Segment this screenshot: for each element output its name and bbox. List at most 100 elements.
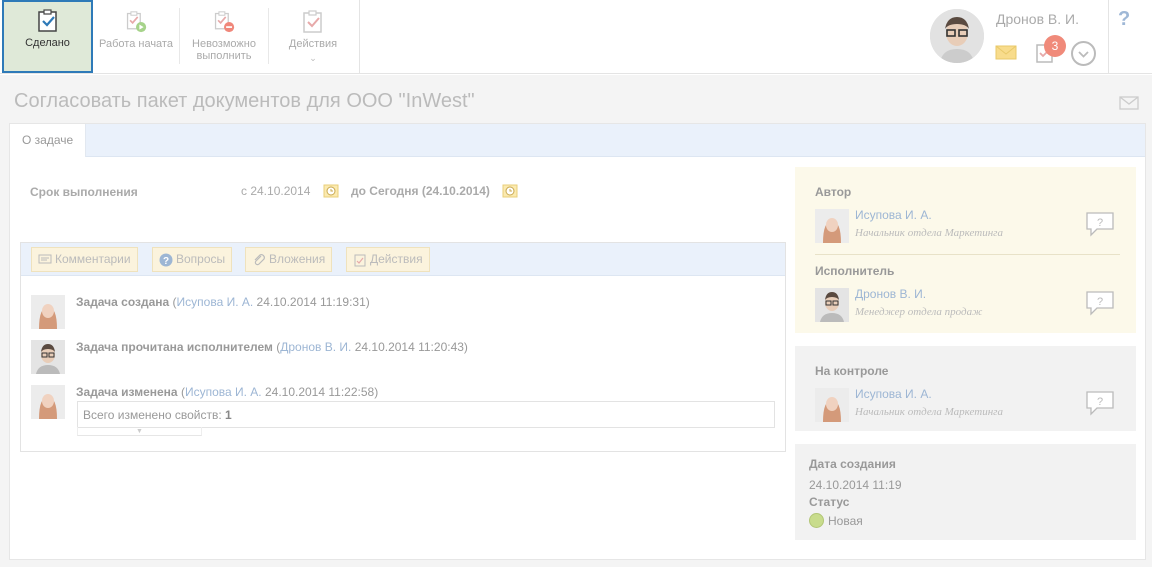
changes-label: Всего изменено свойств: xyxy=(83,408,226,422)
actions-label: Действия xyxy=(288,38,338,50)
event-author-link[interactable]: Исупова И. А. xyxy=(185,385,262,399)
actions-tab[interactable]: Действия xyxy=(346,247,430,272)
participants-panel: Автор Исупова И. А. Начальник отдела Мар… xyxy=(795,167,1136,333)
executor-heading: Исполнитель xyxy=(815,264,895,278)
event-paren: ( xyxy=(169,295,177,309)
task-card: О задаче Срок выполнения с 24.10.2014 до… xyxy=(9,123,1146,560)
control-heading: На контроле xyxy=(815,364,889,378)
impossible-button[interactable]: Невозможно выполнить xyxy=(180,0,268,74)
author-heading: Автор xyxy=(815,185,852,199)
avatar[interactable] xyxy=(815,288,849,322)
changes-summary: Всего изменено свойств: 1 xyxy=(77,401,775,428)
impossible-label-line1: Невозможно xyxy=(192,38,256,50)
clock-icon[interactable] xyxy=(502,183,518,199)
executor-name-link[interactable]: Дронов В. И. xyxy=(855,287,926,301)
user-area: Дронов В. И. 3 xyxy=(928,0,1108,74)
control-panel: На контроле Исупова И. А. Начальник отде… xyxy=(795,346,1136,431)
expand-changes-toggle[interactable]: ▼ xyxy=(77,427,202,436)
user-avatar[interactable] xyxy=(930,9,984,63)
created-value: 24.10.2014 11:19 xyxy=(809,478,902,492)
avatar[interactable] xyxy=(31,340,65,374)
comment-icon xyxy=(38,254,52,264)
svg-text:?: ? xyxy=(1097,396,1103,408)
toolbar: Сделано Работа начата Невозможно выполни… xyxy=(0,0,1152,74)
questions-tab[interactable]: ? Вопросы xyxy=(152,247,233,272)
feed-tab-bar: Комментарии ? Вопросы Вложения Действия xyxy=(21,243,785,276)
due-from: с 24.10.2014 xyxy=(241,184,311,198)
work-started-label: Работа начата xyxy=(99,38,173,50)
chevron-down-icon: ⌄ xyxy=(309,53,317,63)
avatar[interactable] xyxy=(31,295,65,329)
author-position: Начальник отдела Маркетинга xyxy=(855,227,1003,239)
divider xyxy=(815,254,1120,255)
question-icon: ? xyxy=(159,253,173,267)
event-time: 24.10.2014 11:19:31) xyxy=(253,295,370,309)
status-star-icon xyxy=(809,513,824,528)
changes-count: 1 xyxy=(225,408,232,422)
work-started-button[interactable]: Работа начата xyxy=(93,0,179,74)
tab-about[interactable]: О задаче xyxy=(10,124,87,157)
task-done-icon xyxy=(37,9,57,32)
event-paren: ( xyxy=(177,385,185,399)
attachments-tab-label: Вложения xyxy=(269,252,326,266)
info-panel: Дата создания 24.10.2014 11:19 Статус Но… xyxy=(795,444,1136,540)
task-actions-icon xyxy=(303,10,322,33)
event-author-link[interactable]: Исупова И. А. xyxy=(177,295,254,309)
status-value: Новая xyxy=(828,514,863,528)
task-play-icon xyxy=(126,11,147,33)
done-label: Сделано xyxy=(25,37,70,49)
user-photo-icon xyxy=(930,9,984,63)
control-person: Исупова И. А. Начальник отдела Маркетинг… xyxy=(815,387,1115,422)
control-position: Начальник отдела Маркетинга xyxy=(855,406,1003,418)
clock-icon[interactable] xyxy=(323,183,339,199)
mail-icon[interactable] xyxy=(995,44,1017,60)
executor-person: Дронов В. И. Менеджер отдела продаж ? xyxy=(815,287,1115,322)
task-page: Согласовать пакет документов для ООО "In… xyxy=(0,75,1152,567)
author-person: Исупова И. А. Начальник отдела Маркетинг… xyxy=(815,208,1115,243)
actions-icon xyxy=(354,254,366,267)
avatar[interactable] xyxy=(31,385,65,419)
author-name-link[interactable]: Исупова И. А. xyxy=(855,208,932,222)
tasks-count-badge: 3 xyxy=(1044,35,1066,57)
svg-text:?: ? xyxy=(163,256,169,267)
comments-tab[interactable]: Комментарии xyxy=(31,247,138,272)
event-time: 24.10.2014 11:20:43) xyxy=(351,340,468,354)
mail-icon[interactable] xyxy=(1119,96,1139,110)
event-time: 24.10.2014 11:22:58) xyxy=(261,385,379,399)
questions-tab-label: Вопросы xyxy=(176,252,226,266)
svg-text:?: ? xyxy=(1097,217,1103,229)
ask-question-icon[interactable]: ? xyxy=(1085,390,1115,416)
tab-bar: О задаче xyxy=(10,124,1145,157)
task-stop-icon xyxy=(214,11,235,33)
ask-question-icon[interactable]: ? xyxy=(1085,290,1115,316)
due-to: до Сегодня (24.10.2014) xyxy=(351,184,490,198)
avatar[interactable] xyxy=(815,388,849,422)
svg-text:?: ? xyxy=(1097,296,1103,308)
status-label: Статус xyxy=(809,495,850,509)
actions-button[interactable]: Действия ⌄ xyxy=(269,0,357,74)
toolbar-divider xyxy=(359,0,360,74)
help-button[interactable]: ? xyxy=(1118,8,1130,31)
chevron-down-icon-glyph xyxy=(1078,51,1089,58)
page-title: Согласовать пакет документов для ООО "In… xyxy=(14,90,475,112)
avatar[interactable] xyxy=(815,209,849,243)
activity-feed: Комментарии ? Вопросы Вложения Действия … xyxy=(20,242,786,452)
created-label: Дата создания xyxy=(809,457,896,471)
control-name-link[interactable]: Исупова И. А. xyxy=(855,387,932,401)
toolbar-divider xyxy=(1108,0,1109,74)
attachments-tab[interactable]: Вложения xyxy=(245,247,333,272)
event-title: Задача прочитана исполнителем xyxy=(76,340,273,354)
event-title: Задача изменена xyxy=(76,385,178,399)
event-author-link[interactable]: Дронов В. И. xyxy=(280,340,351,354)
user-name[interactable]: Дронов В. И. xyxy=(996,11,1079,27)
executor-position: Менеджер отдела продаж xyxy=(855,306,983,318)
paperclip-icon xyxy=(254,253,265,265)
actions-tab-label: Действия xyxy=(370,252,423,266)
due-label: Срок выполнения xyxy=(30,185,138,199)
chevron-down-icon[interactable] xyxy=(1071,41,1096,66)
comments-tab-label: Комментарии xyxy=(55,252,131,266)
impossible-label-line2: выполнить xyxy=(196,50,252,62)
event-title: Задача создана xyxy=(76,295,170,309)
done-button[interactable]: Сделано xyxy=(2,0,93,73)
ask-question-icon[interactable]: ? xyxy=(1085,211,1115,237)
